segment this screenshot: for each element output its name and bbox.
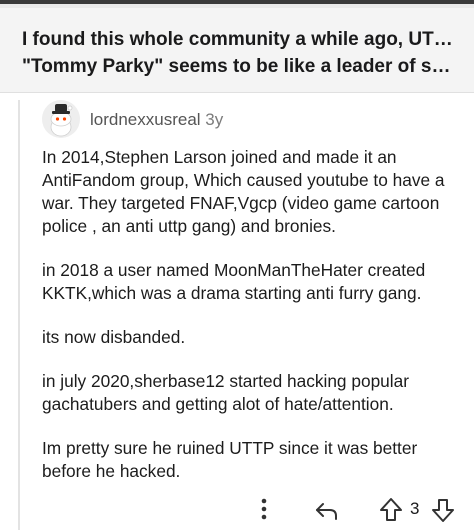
downvote-arrow-icon [432,499,454,522]
downvote-button[interactable] [430,496,456,524]
comment-paragraph: Im pretty sure he ruined UTTP since it w… [42,438,418,481]
comment-paragraph: In 2014,Stephen Larson joined and made i… [42,147,445,236]
post-title-line-2: "Tommy Parky" seems to be like a leader … [22,56,458,77]
status-bar-strip [0,0,474,4]
comment-username[interactable]: lordnexxusreal [90,110,201,129]
post-title[interactable]: I found this whole community a while ago… [22,26,458,80]
more-options-button[interactable] [256,496,272,524]
thread-line[interactable] [18,100,20,530]
upvote-arrow-icon [380,498,402,521]
status-bar [0,0,474,8]
more-vertical-icon [261,498,267,520]
comment-paragraph: in 2018 a user named MoonManTheHater cre… [42,260,426,303]
comment-paragraph: its now disbanded. [42,327,186,347]
reply-button[interactable] [314,496,340,524]
comment-body: In 2014,Stephen Larson joined and made i… [42,146,462,504]
user-avatar[interactable] [42,100,80,138]
vote-count: 3 [410,499,420,518]
post-title-line-1: I found this whole community a while ago… [22,29,458,50]
snoo-avatar-icon [42,100,80,138]
post-header[interactable]: I found this whole community a while ago… [0,8,474,93]
comment-paragraph: in july 2020,sherbase12 started hacking … [42,371,409,414]
reply-arrow-icon [316,503,337,520]
comment-age: 3y [205,110,224,129]
comment-meta: lordnexxusreal 3y [90,110,223,130]
upvote-button[interactable] [378,496,404,524]
